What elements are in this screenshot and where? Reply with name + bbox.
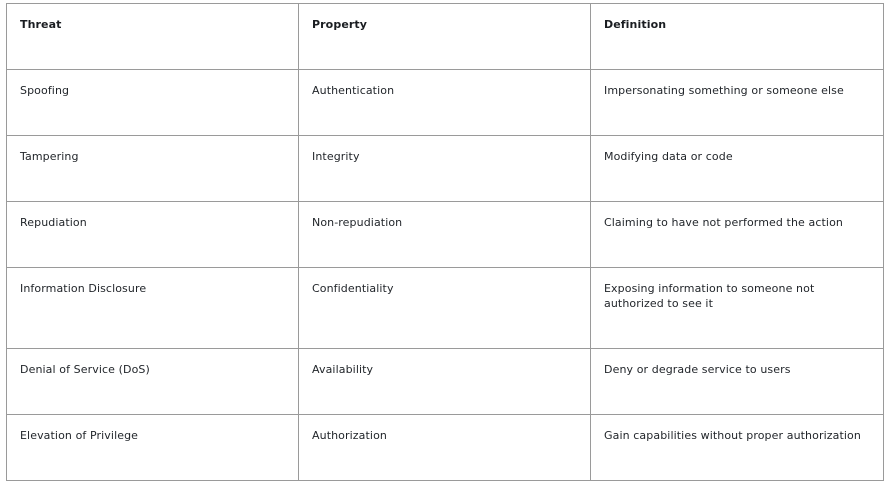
table-row: Tampering Integrity Modifying data or co… bbox=[6, 135, 884, 202]
cell-definition: Claiming to have not performed the actio… bbox=[590, 201, 884, 268]
cell-threat: Elevation of Privilege bbox=[6, 414, 299, 481]
threat-table: Threat Property Definition Spoofing Auth… bbox=[6, 3, 884, 481]
table-header-row: Threat Property Definition bbox=[6, 3, 884, 70]
cell-threat: Tampering bbox=[6, 135, 299, 202]
header-property: Property bbox=[298, 3, 591, 70]
cell-definition: Impersonating something or someone else bbox=[590, 69, 884, 136]
cell-property: Non-repudiation bbox=[298, 201, 591, 268]
cell-property: Integrity bbox=[298, 135, 591, 202]
cell-definition: Deny or degrade service to users bbox=[590, 348, 884, 415]
table-row: Denial of Service (DoS) Availability Den… bbox=[6, 348, 884, 415]
cell-property: Authentication bbox=[298, 69, 591, 136]
cell-property: Availability bbox=[298, 348, 591, 415]
cell-definition: Exposing information to someone not auth… bbox=[590, 267, 884, 349]
table-row: Elevation of Privilege Authorization Gai… bbox=[6, 414, 884, 481]
header-definition: Definition bbox=[590, 3, 884, 70]
cell-threat: Information Disclosure bbox=[6, 267, 299, 349]
cell-threat: Spoofing bbox=[6, 69, 299, 136]
cell-threat: Repudiation bbox=[6, 201, 299, 268]
table-row: Information Disclosure Confidentiality E… bbox=[6, 267, 884, 349]
cell-property: Authorization bbox=[298, 414, 591, 481]
table-row: Repudiation Non-repudiation Claiming to … bbox=[6, 201, 884, 268]
cell-definition: Gain capabilities without proper authori… bbox=[590, 414, 884, 481]
header-threat: Threat bbox=[6, 3, 299, 70]
cell-threat: Denial of Service (DoS) bbox=[6, 348, 299, 415]
cell-definition: Modifying data or code bbox=[590, 135, 884, 202]
cell-property: Confidentiality bbox=[298, 267, 591, 349]
table-row: Spoofing Authentication Impersonating so… bbox=[6, 69, 884, 136]
